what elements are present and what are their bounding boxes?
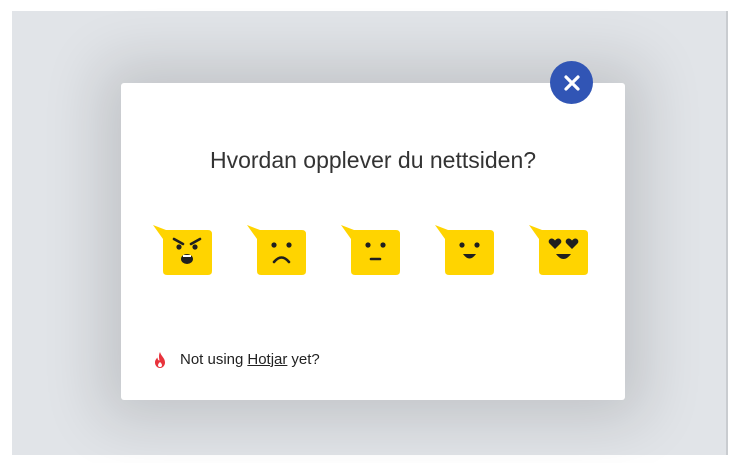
neutral-face-icon: [341, 225, 400, 275]
rating-options: [153, 225, 593, 275]
sad-face-icon: [247, 225, 306, 275]
promo-prefix: Not using: [180, 351, 244, 368]
hotjar-link[interactable]: Hotjar: [247, 351, 287, 368]
rating-happy-button[interactable]: [435, 225, 494, 275]
flame-icon: [155, 351, 165, 368]
page-scrollbar: [726, 11, 728, 455]
heart-eyes-face-icon: [529, 225, 588, 275]
rating-neutral-button[interactable]: [341, 225, 400, 275]
feedback-modal: Hvordan opplever du nettsiden? Not using…: [121, 83, 625, 400]
rating-love-button[interactable]: [529, 225, 588, 275]
happy-face-icon: [435, 225, 494, 275]
promo-suffix: yet?: [291, 351, 320, 368]
feedback-question: Hvordan opplever du nettsiden?: [209, 147, 537, 173]
rating-angry-button[interactable]: [153, 225, 212, 275]
rating-sad-button[interactable]: [247, 225, 306, 275]
close-icon: [563, 74, 580, 91]
angry-face-icon: [153, 225, 212, 275]
hotjar-promo: Not using Hotjar yet?: [154, 351, 320, 368]
close-button[interactable]: [550, 61, 593, 104]
